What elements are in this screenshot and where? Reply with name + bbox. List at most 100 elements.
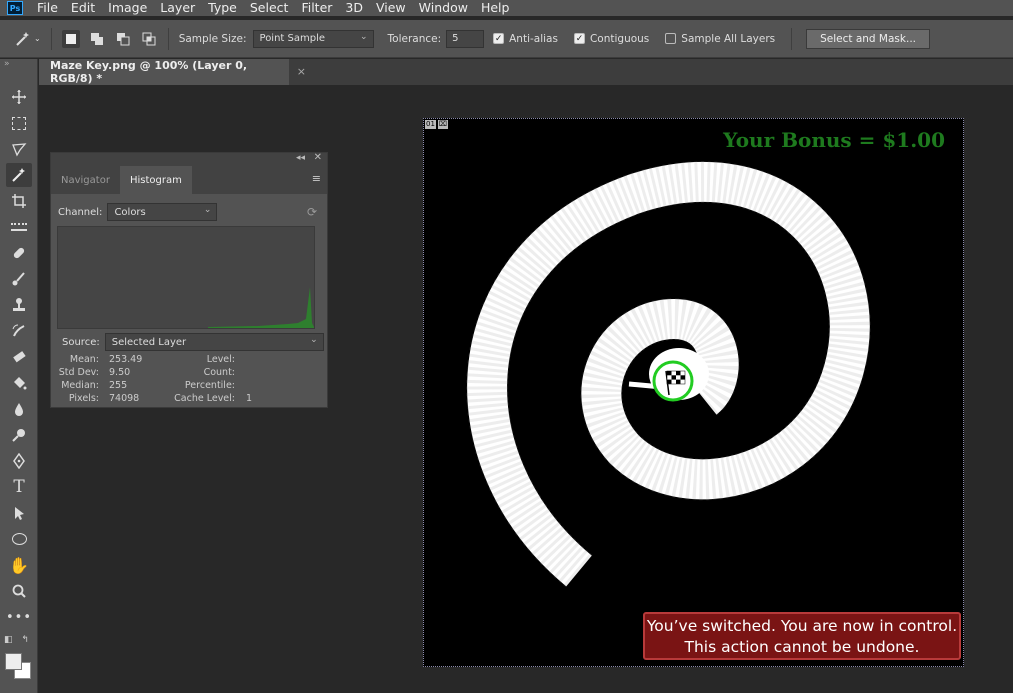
collapse-arrows-icon[interactable]: » <box>4 59 10 69</box>
path-selection-tool-icon[interactable] <box>6 501 32 525</box>
menu-view[interactable]: View <box>376 1 406 15</box>
histogram-panel: ◂◂ ✕ Navigator Histogram ≡ Channel: Colo… <box>50 152 328 408</box>
document-tab-bar: Maze Key.png @ 100% (Layer 0, RGB/8) * × <box>39 59 1013 85</box>
channel-label: Channel: <box>58 206 103 218</box>
sample-size-value: Point Sample <box>259 33 326 44</box>
source-dropdown[interactable]: Selected Layer ⌄ <box>104 333 324 351</box>
intersect-selection-icon[interactable] <box>140 30 158 48</box>
document-tab[interactable]: Maze Key.png @ 100% (Layer 0, RGB/8) * × <box>39 59 306 85</box>
brush-tool-icon[interactable] <box>6 267 32 291</box>
magic-wand-preset-icon[interactable] <box>14 30 32 48</box>
sample-all-layers-checkbox[interactable]: Sample All Layers <box>665 33 775 45</box>
more-tools-icon[interactable]: ••• <box>6 605 32 629</box>
menu-file[interactable]: File <box>37 1 58 15</box>
foreground-color-swatch[interactable] <box>5 653 22 670</box>
dodge-tool-icon[interactable] <box>6 423 32 447</box>
image-badge: 01 ⌧ <box>425 120 448 129</box>
zoom-tool-icon[interactable] <box>6 579 32 603</box>
chevron-down-icon: ⌄ <box>359 31 368 42</box>
contiguous-checkbox[interactable]: ✓ Contiguous <box>573 32 650 45</box>
chevron-down-icon: ⌄ <box>203 205 212 215</box>
tolerance-value: 5 <box>452 33 459 44</box>
channel-dropdown[interactable]: Colors ⌄ <box>107 203 218 221</box>
panel-menu-icon[interactable]: ≡ <box>312 172 321 185</box>
sample-size-dropdown[interactable]: Point Sample ⌄ <box>252 29 374 48</box>
panel-tabs: Navigator Histogram ≡ <box>51 166 327 194</box>
type-tool-icon[interactable]: T <box>6 475 32 499</box>
divider <box>167 27 169 50</box>
tolerance-input[interactable]: 5 <box>446 29 485 48</box>
paint-bucket-tool-icon[interactable] <box>6 371 32 395</box>
divider <box>50 27 52 50</box>
menu-image[interactable]: Image <box>108 1 147 15</box>
refresh-icon[interactable]: ⟳ <box>307 205 317 219</box>
anti-alias-checkbox[interactable]: ✓ Anti-alias <box>493 33 558 45</box>
menu-bar: Ps File Edit Image Layer Type Select Fil… <box>0 0 1013 16</box>
alert-line-2: This action cannot be undone. <box>684 638 920 656</box>
new-selection-icon[interactable] <box>61 29 80 48</box>
control-alert-banner: You’ve switched. You are now in control.… <box>643 612 961 660</box>
cache-level-label: Cache Level: <box>174 393 235 404</box>
document-tab-title: Maze Key.png @ 100% (Layer 0, RGB/8) * <box>50 59 248 85</box>
collapse-panel-icon[interactable]: ◂◂ <box>296 153 305 163</box>
histogram-plot <box>208 287 314 328</box>
contiguous-label: Contiguous <box>589 32 650 45</box>
source-row: Source: Selected Layer ⌄ <box>58 333 324 351</box>
divider <box>791 27 793 50</box>
panel-header[interactable]: ◂◂ ✕ <box>51 152 327 166</box>
menu-layer[interactable]: Layer <box>160 1 195 15</box>
subtract-from-selection-icon[interactable] <box>114 30 132 48</box>
chevron-down-icon[interactable]: ⌄ <box>34 34 41 43</box>
menu-help[interactable]: Help <box>481 1 510 15</box>
clone-stamp-tool-icon[interactable] <box>6 293 32 317</box>
crop-tool-icon[interactable] <box>6 189 32 213</box>
menu-3d[interactable]: 3D <box>345 1 363 15</box>
select-and-mask-button[interactable]: Select and Mask... <box>806 28 930 49</box>
maze-image <box>466 161 871 588</box>
ellipse-tool-icon[interactable] <box>6 527 32 551</box>
image-badge-icon: ⌧ <box>437 120 448 129</box>
move-tool-icon[interactable] <box>6 85 32 109</box>
add-to-selection-icon[interactable] <box>88 30 106 48</box>
source-value: Selected Layer <box>111 336 187 348</box>
eraser-tool-icon[interactable] <box>6 345 32 369</box>
checkmark-icon: ✓ <box>493 33 505 44</box>
close-panel-icon[interactable]: ✕ <box>314 152 322 163</box>
pen-tool-icon[interactable] <box>6 449 32 473</box>
mean-label: Mean: <box>69 354 99 365</box>
tab-navigator[interactable]: Navigator <box>51 166 120 194</box>
tools-panel: » T ✋ ••• ◧ ↰ <box>0 59 38 693</box>
marquee-tool-icon[interactable] <box>6 111 32 135</box>
history-brush-tool-icon[interactable] <box>6 319 32 343</box>
menu-select[interactable]: Select <box>250 1 289 15</box>
close-icon[interactable]: × <box>297 65 306 78</box>
image-badge-label: 01 <box>425 120 436 129</box>
checkmark-icon: ✓ <box>573 33 585 44</box>
std-dev-label: Std Dev: <box>58 367 99 378</box>
frame-tool-icon[interactable] <box>6 215 32 239</box>
menu-type[interactable]: Type <box>208 1 237 15</box>
median-value: 255 <box>109 380 128 391</box>
options-bar: ⌄ Sample Size: Point Sample ⌄ Tolerance:… <box>0 20 1013 58</box>
document-canvas[interactable]: 01 ⌧ Your Bonus = $1.00 You’ve switched.… <box>423 118 964 667</box>
menu-edit[interactable]: Edit <box>71 1 95 15</box>
menu-filter[interactable]: Filter <box>301 1 332 15</box>
lasso-tool-icon[interactable] <box>6 137 32 161</box>
std-dev-value: 9.50 <box>109 367 131 378</box>
empty-checkbox-icon <box>665 33 677 44</box>
channel-value: Colors <box>114 206 146 218</box>
tolerance-label: Tolerance: <box>387 32 442 45</box>
healing-brush-tool-icon[interactable] <box>6 241 32 265</box>
histogram-graph <box>57 226 315 329</box>
tab-histogram[interactable]: Histogram <box>119 166 192 194</box>
hand-tool-icon[interactable]: ✋ <box>6 553 32 577</box>
count-label: Count: <box>203 367 235 378</box>
swap-colors-icon[interactable]: ◧ ↰ <box>4 635 29 645</box>
magic-wand-tool-icon[interactable] <box>6 163 32 187</box>
cache-level-value: 1 <box>246 393 253 404</box>
chevron-down-icon: ⌄ <box>310 335 318 345</box>
photoshop-logo[interactable]: Ps <box>7 1 23 15</box>
menu-window[interactable]: Window <box>419 1 468 15</box>
source-label: Source: <box>62 336 100 348</box>
blur-tool-icon[interactable] <box>6 397 32 421</box>
